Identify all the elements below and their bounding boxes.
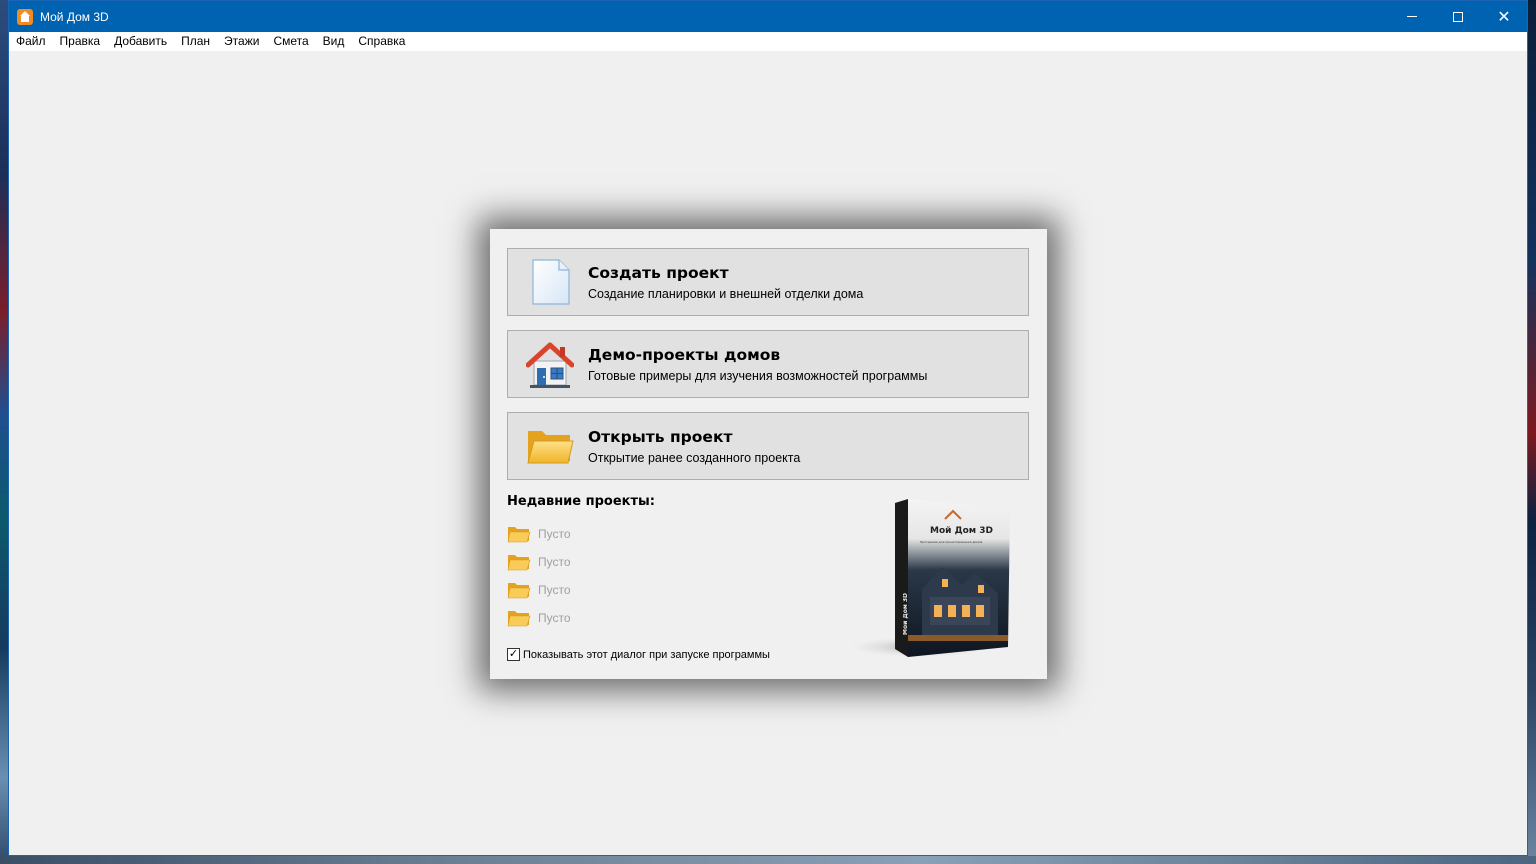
open-project-title: Открыть проект [588,428,733,446]
maximize-button[interactable] [1435,1,1481,32]
recent-project-item[interactable]: Пусто [507,581,571,599]
taskbar-strip [0,856,1536,864]
minimize-icon [1407,16,1417,17]
product-box-subtitle: Программа для проектирования домов [920,540,983,544]
show-on-startup-label: Показывать этот диалог при запуске прогр… [523,648,770,661]
maximize-icon [1453,11,1463,22]
open-folder-icon [508,413,588,479]
recent-project-item[interactable]: Пусто [507,609,571,627]
product-box-side-title: Мой Дом 3D [903,593,909,635]
menu-bar: Файл Правка Добавить План Этажи Смета Ви… [9,32,1527,51]
menu-help[interactable]: Справка [351,32,412,51]
open-project-subtitle: Открытие ранее созданного проекта [588,451,801,465]
new-document-icon [508,249,588,315]
menu-edit[interactable]: Правка [53,32,108,51]
open-project-button[interactable]: Открыть проект Открытие ранее созданного… [507,412,1029,480]
folder-icon [507,611,531,627]
recent-projects-heading: Недавние проекты: [507,494,655,509]
title-bar[interactable]: Мой Дом 3D ✕ [9,1,1527,32]
menu-plan[interactable]: План [174,32,217,51]
create-project-subtitle: Создание планировки и внешней отделки до… [588,287,864,301]
house-icon [508,331,588,397]
show-on-startup-checkbox[interactable]: ✓ [507,648,520,661]
recent-project-label: Пусто [538,583,571,597]
create-project-button[interactable]: Создать проект Создание планировки и вне… [507,248,1029,316]
menu-floors[interactable]: Этажи [217,32,266,51]
demo-projects-title: Демо-проекты домов [588,346,781,364]
close-button[interactable]: ✕ [1481,1,1527,32]
folder-icon [507,527,531,543]
recent-project-item[interactable]: Пусто [507,553,571,571]
start-dialog: Создать проект Создание планировки и вне… [490,229,1047,679]
desktop-background-left [0,0,8,864]
recent-project-item[interactable]: Пусто [507,525,571,543]
check-icon: ✓ [508,648,519,660]
menu-estimate[interactable]: Смета [266,32,315,51]
create-project-title: Создать проект [588,264,729,282]
menu-file[interactable]: Файл [9,32,53,51]
product-box-image [850,499,1010,657]
demo-projects-button[interactable]: Демо-проекты домов Готовые примеры для и… [507,330,1029,398]
app-window: Мой Дом 3D ✕ Файл Правка Добавить План Э… [8,0,1528,856]
recent-project-label: Пусто [538,611,571,625]
desktop-background-right [1528,0,1536,864]
folder-icon [507,583,531,599]
folder-icon [507,555,531,571]
menu-view[interactable]: Вид [316,32,352,51]
recent-project-label: Пусто [538,555,571,569]
recent-project-label: Пусто [538,527,571,541]
demo-projects-subtitle: Готовые примеры для изучения возможносте… [588,369,928,383]
show-on-startup-option[interactable]: ✓ Показывать этот диалог при запуске про… [507,648,770,661]
window-title: Мой Дом 3D [40,9,109,24]
window-controls: ✕ [1389,1,1527,32]
app-icon[interactable] [17,8,33,25]
menu-add[interactable]: Добавить [107,32,174,51]
product-box-brand: Мой Дом 3D [930,526,993,536]
minimize-button[interactable] [1389,1,1435,32]
close-icon: ✕ [1497,6,1511,26]
